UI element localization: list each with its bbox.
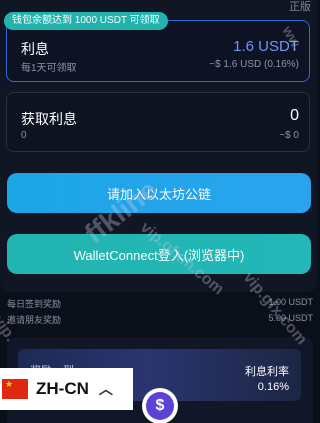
interest-subtitle: 每1天可领取: [21, 63, 77, 74]
earn-value: 0: [290, 107, 299, 124]
language-selector[interactable]: ZH-CN ︿: [0, 368, 133, 410]
corner-label: 正版: [289, 1, 311, 13]
chevron-up-icon: ︿: [98, 381, 113, 397]
walletconnect-login-button[interactable]: WalletConnect登入(浏览器中): [7, 234, 311, 274]
info-label: 邀请朋友奖励: [7, 315, 62, 325]
info-label: 每日签到奖励: [7, 299, 62, 309]
info-value: 1.00 USDT: [268, 297, 313, 307]
info-value: 5.00 USDT: [268, 313, 313, 323]
interest-value: 1.6 USDT: [233, 38, 299, 55]
language-code: ZH-CN: [36, 379, 89, 398]
join-ethereum-button[interactable]: 请加入以太坊公链: [7, 173, 311, 213]
interest-subvalue: ~$ 1.6 USD (0.16%): [209, 59, 299, 70]
dollar-coin-icon: $: [146, 392, 174, 420]
earn-title: 获取利息: [21, 111, 77, 127]
interest-rate-label: 利息利率: [245, 366, 289, 378]
earn-subvalue: ~$ 0: [279, 130, 299, 141]
balance-requirement-badge: 钱包余额达到 1000 USDT 可领取: [4, 12, 168, 30]
china-flag-icon: [2, 379, 28, 399]
invite-friends-row: 邀请朋友奖励 5.00 USDT: [7, 313, 313, 326]
earn-subtitle: 0: [21, 130, 27, 141]
coin-button[interactable]: $: [142, 388, 178, 423]
interest-rate-value: 0.16%: [257, 381, 289, 393]
daily-checkin-row: 每日签到奖励 1.00 USDT: [7, 297, 313, 310]
interest-title: 利息: [21, 41, 49, 57]
earn-interest-card[interactable]: 获取利息 0 0 ~$ 0: [6, 92, 310, 152]
